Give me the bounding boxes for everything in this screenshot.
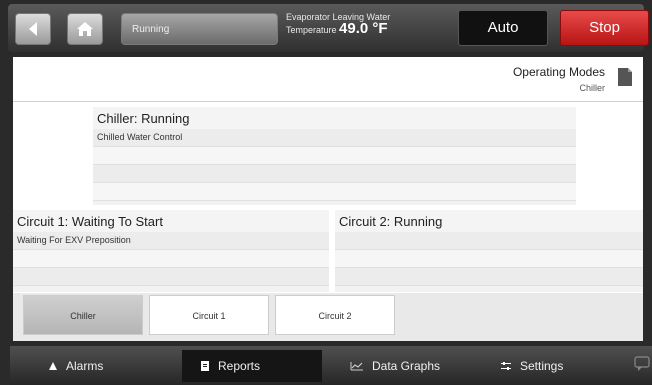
report-icon [201, 361, 209, 371]
status-row [13, 268, 329, 286]
nav-reports-label: Reports [218, 359, 261, 373]
nav-data-graphs-label: Data Graphs [372, 359, 441, 373]
nav-alarms-label: Alarms [66, 359, 104, 373]
app-frame: Running Evaporator Leaving Water Tempera… [0, 0, 652, 385]
status-row [335, 268, 643, 286]
chiller-status-block: Chiller: Running Chilled Water Control [93, 107, 576, 205]
circuit2-status-block: Circuit 2: Running [335, 210, 643, 292]
status-row [13, 250, 329, 268]
graph-icon [350, 362, 363, 371]
operating-modes-header: Operating Modes Chiller [513, 65, 605, 93]
status-row [93, 165, 576, 183]
status-row [93, 147, 576, 165]
tab-circuit-2[interactable]: Circuit 2 [275, 295, 395, 335]
chat-icon[interactable] [634, 356, 650, 372]
nav-reports[interactable]: Reports [182, 350, 322, 382]
status-text: Running [132, 24, 170, 35]
tab-circuit-1[interactable]: Circuit 1 [149, 295, 269, 335]
document-icon[interactable] [617, 67, 633, 87]
home-button[interactable] [67, 13, 103, 45]
auto-button[interactable]: Auto [458, 10, 548, 46]
page-subtitle: Chiller [579, 83, 605, 93]
nav-data-graphs[interactable]: Data Graphs [332, 350, 472, 382]
chiller-status-title: Chiller: Running [93, 107, 576, 129]
status-indicator: Running [121, 13, 278, 45]
circuit1-status-line: Waiting For EXV Preposition [17, 235, 131, 245]
status-row [335, 250, 643, 268]
evaporator-readout: Evaporator Leaving Water Temperature 49.… [286, 11, 446, 49]
status-row: Chilled Water Control [93, 129, 576, 147]
bell-icon [49, 362, 57, 370]
status-row [93, 183, 576, 201]
tab-strip: Chiller Circuit 1 Circuit 2 [13, 293, 643, 341]
home-icon [77, 22, 93, 36]
nav-settings-label: Settings [520, 359, 564, 373]
evap-temperature-value: 49.0 °F [339, 20, 388, 37]
chiller-status-line: Chilled Water Control [97, 132, 183, 142]
tab-chiller[interactable]: Chiller [23, 295, 143, 335]
nav-settings[interactable]: Settings [482, 350, 622, 382]
circuit1-status-block: Circuit 1: Waiting To Start Waiting For … [13, 210, 329, 292]
header-divider [13, 101, 643, 102]
top-bar: Running Evaporator Leaving Water Tempera… [8, 4, 649, 52]
settings-icon [501, 362, 511, 370]
nav-alarms[interactable]: Alarms [30, 350, 170, 382]
page-title: Operating Modes [512, 65, 605, 79]
stop-button[interactable]: Stop [560, 10, 649, 46]
circuit2-status-title: Circuit 2: Running [335, 210, 643, 232]
circuit1-status-title: Circuit 1: Waiting To Start [13, 210, 329, 232]
circuit2-status-line [335, 232, 643, 238]
main-panel: Operating Modes Chiller Chiller: Running… [13, 57, 643, 341]
evap-label-line2: Temperature [286, 25, 337, 35]
bottom-nav: Alarms Reports Data Graphs Settings [10, 346, 652, 385]
back-button[interactable] [15, 13, 51, 45]
status-row: Waiting For EXV Preposition [13, 232, 329, 250]
status-row [335, 232, 643, 250]
back-arrow-icon [29, 22, 37, 36]
